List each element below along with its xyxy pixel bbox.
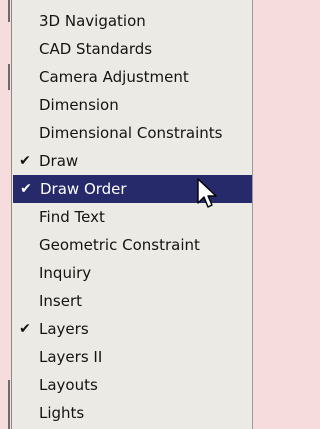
checkmark-icon: ✔ [19, 321, 31, 337]
menu-item-label: Draw Order [40, 180, 127, 198]
menu-item-label: Draw [39, 152, 79, 170]
menu-item-label: CAD Standards [39, 40, 153, 58]
menu-item-label: Dimension [39, 96, 119, 114]
menu-item-label: Find Text [39, 208, 105, 226]
menu-item-geometric-constraint[interactable]: Geometric Constraint [12, 231, 252, 259]
menu-item-label: Insert [39, 292, 83, 310]
menu-item-label: Inquiry [39, 264, 92, 282]
screenshot-page: 3D Navigation CAD Standards Camera Adjustm… [0, 0, 266, 429]
menu-item-lights[interactable]: Lights [12, 399, 252, 427]
menu-item-dimension[interactable]: Dimension [12, 91, 252, 119]
menu-item-label: Layouts [39, 376, 98, 394]
menu-item-label: Camera Adjustment [39, 68, 189, 86]
menu-item-camera-adjustment[interactable]: Camera Adjustment [12, 63, 252, 91]
menu-item-cad-standards[interactable]: CAD Standards [12, 35, 252, 63]
menu-item-label: 3D Navigation [39, 12, 146, 30]
checkmark-icon: ✔ [19, 153, 31, 169]
left-edge-mark [8, 64, 10, 90]
menu-item-insert[interactable]: Insert [12, 287, 252, 315]
menu-item-label: Layers II [39, 348, 103, 366]
menu-item-layouts[interactable]: Layouts [12, 371, 252, 399]
menu-item-label: Dimensional Constraints [39, 124, 223, 142]
menu-item-3d-navigation[interactable]: 3D Navigation [12, 7, 252, 35]
menu-item-layers-ii[interactable]: Layers II [12, 343, 252, 371]
toolbars-context-menu: 3D Navigation CAD Standards Camera Adjustm… [11, 0, 253, 429]
menu-item-inquiry[interactable]: Inquiry [12, 259, 252, 287]
left-edge-mark [8, 0, 10, 22]
left-background-strip [0, 0, 11, 429]
left-edge-mark [8, 380, 10, 429]
right-background-strip [253, 0, 266, 429]
menu-item-label: Layers [39, 320, 89, 338]
menu-item-draw[interactable]: ✔ Draw [12, 147, 252, 175]
menu-item-dimensional-constraints[interactable]: Dimensional Constraints [12, 119, 252, 147]
menu-item-find-text[interactable]: Find Text [12, 203, 252, 231]
menu-list: 3D Navigation CAD Standards Camera Adjustm… [12, 0, 252, 427]
menu-item-label: Lights [39, 404, 85, 422]
checkmark-icon: ✔ [20, 181, 32, 197]
menu-item-layers[interactable]: ✔ Layers [12, 315, 252, 343]
menu-item-label: Geometric Constraint [39, 236, 200, 254]
menu-item-draw-order[interactable]: ✔ Draw Order [13, 175, 252, 203]
